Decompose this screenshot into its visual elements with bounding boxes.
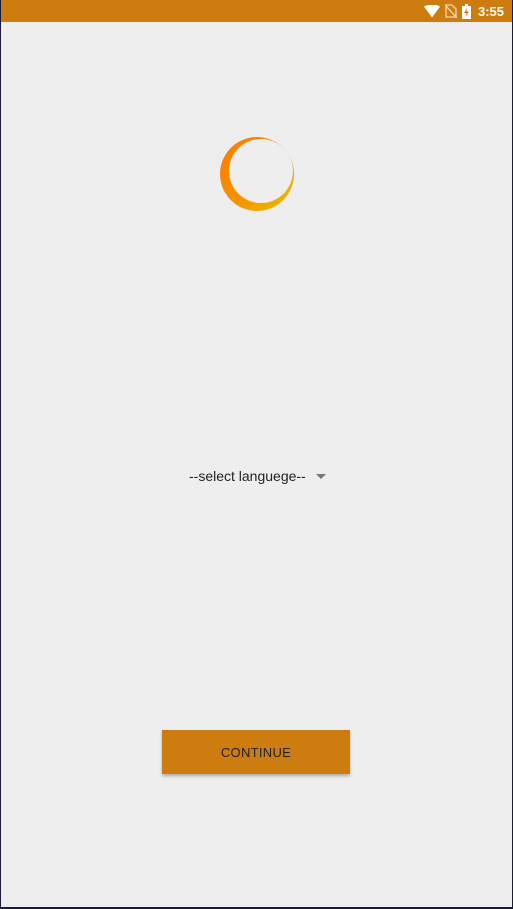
no-sim-icon	[444, 4, 457, 18]
wifi-icon	[423, 4, 440, 18]
language-select[interactable]: --select languege--	[185, 462, 331, 490]
continue-button[interactable]: CONTINUE	[162, 730, 350, 774]
dropdown-arrow-icon	[315, 473, 326, 479]
language-select-value: --select languege--	[189, 468, 306, 484]
status-icons: 3:55	[423, 0, 504, 22]
status-time: 3:55	[477, 3, 504, 19]
status-bar: 3:55	[1, 0, 512, 22]
app-screen: 3:55 --select languege-- CONTINUE	[1, 0, 512, 907]
battery-charging-icon	[461, 3, 471, 19]
crescent-logo-icon	[218, 136, 296, 212]
